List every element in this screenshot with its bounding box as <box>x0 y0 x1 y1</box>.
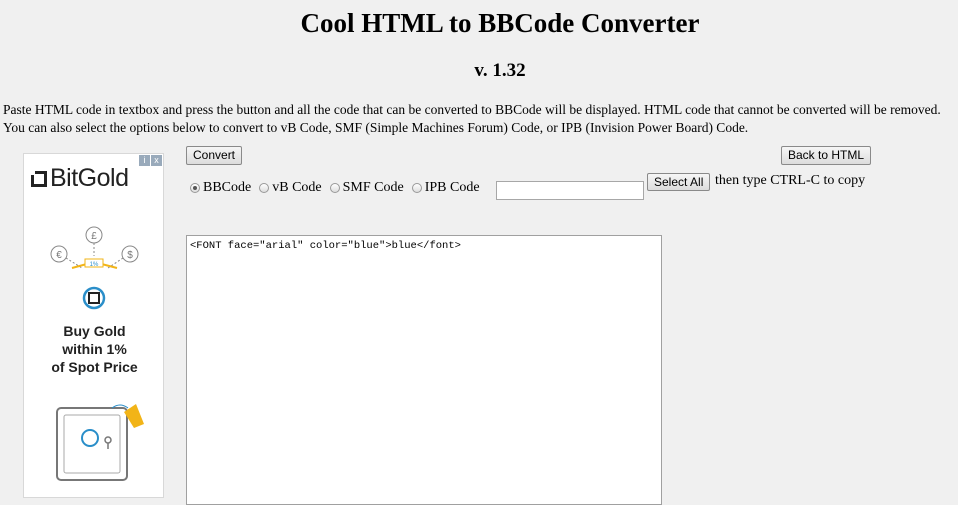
intro-text: Paste HTML code in textbox and press the… <box>3 102 941 135</box>
convert-button[interactable]: Convert <box>186 146 243 165</box>
ad-tagline-line: within 1% <box>62 341 127 357</box>
ipbcode-radio[interactable] <box>411 183 422 193</box>
bbcode-radio[interactable] <box>190 183 200 193</box>
option-label: vB Code <box>272 180 322 195</box>
option-smfcode[interactable]: SMF Code <box>329 180 404 196</box>
ad-tagline: Buy Gold within 1% of Spot Price <box>24 322 165 376</box>
html-code-textarea[interactable]: <FONT face="arial" color="blue">blue</fo… <box>186 235 662 505</box>
ad-brand: BitGold <box>50 164 129 192</box>
option-vbcode[interactable]: vB Code <box>259 180 322 196</box>
option-label: BBCode <box>203 180 252 195</box>
dollar-coin-label: $ <box>127 250 133 261</box>
page-title: Cool HTML to BBCode Converter <box>300 8 700 38</box>
version-label: v. 1.32 <box>474 60 526 81</box>
copy-output-field[interactable] <box>496 181 644 200</box>
format-options: BBCode vB Code SMF Code IPB Code <box>190 180 488 196</box>
ad-tagline-line: Buy Gold <box>63 323 126 339</box>
option-label: SMF Code <box>342 180 404 195</box>
currency-exchange-icon: £ € $ 1% <box>50 226 139 310</box>
back-to-html-button[interactable]: Back to HTML <box>781 146 872 165</box>
ad-tagline-line: of Spot Price <box>51 359 138 375</box>
option-bbcode[interactable]: BBCode <box>190 180 251 196</box>
vbcode-radio[interactable] <box>259 183 270 193</box>
safe-icon <box>56 404 144 481</box>
option-label: IPB Code <box>424 180 480 195</box>
select-all-button[interactable]: Select All <box>647 173 711 191</box>
info-icon[interactable]: i <box>139 155 150 166</box>
ad-choices[interactable]: i x <box>139 155 162 166</box>
copy-hint: then type CTRL-C to copy <box>715 173 866 188</box>
advertisement[interactable]: i x BitGold £ € $ 1% Buy Gold within 1% … <box>23 153 164 498</box>
option-ipbcode[interactable]: IPB Code <box>411 180 480 196</box>
bitgold-logo-icon <box>28 167 47 187</box>
pound-coin-label: £ <box>91 231 97 242</box>
percent-badge-label: 1% <box>90 262 99 268</box>
ad-logo: BitGold <box>28 164 129 193</box>
euro-coin-label: € <box>56 250 62 261</box>
smfcode-radio[interactable] <box>329 183 340 193</box>
close-icon[interactable]: x <box>151 155 162 166</box>
